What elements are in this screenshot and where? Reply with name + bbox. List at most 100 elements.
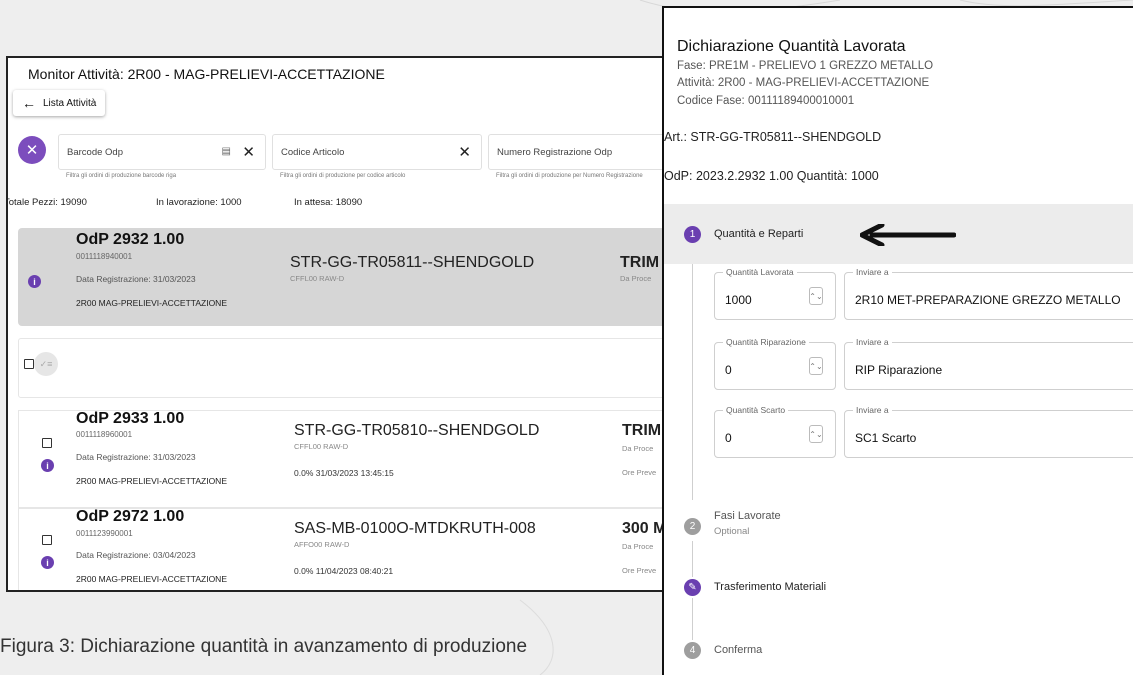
odp-code: 0011118960001 [76,430,133,439]
quantita-scarto-field[interactable]: Quantità Scarto 0 ⌃⌄ [714,405,836,458]
quantita-scarto-value: 0 [725,431,732,445]
barcode-odp-label: Barcode Odp [67,147,123,158]
trim-label: TRIM [622,422,662,439]
close-icon: ✕ [25,142,39,159]
odp-title: OdP 2972 1.00 [76,508,185,525]
article-subcode: CFFL00 RAW-D [294,442,349,451]
checklist-icon: ✓≡ [39,358,53,369]
codice-articolo-label: Codice Articolo [281,147,345,158]
monitor-window: Monitor Attività: 2R00 - MAG-PRELIEVI-AC… [6,56,666,592]
trim-sub: Da Proce [622,542,654,551]
row-checkbox[interactable] [42,535,52,545]
quantita-riparazione-label: Quantità Riparazione [723,337,809,347]
dichiarazione-title: Dichiarazione Quantità Lavorata [677,38,906,55]
stepper-connector [692,541,693,577]
quantita-riparazione-field[interactable]: Quantità Riparazione 0 ⌃⌄ [714,337,836,390]
step-3-label[interactable]: Trasferimento Materiali [714,581,826,593]
inviare-a-reparto-select[interactable]: Inviare a 2R10 MET-PREPARAZIONE GREZZO M… [844,267,1133,320]
inviare-a-value: SC1 Scarto [855,431,917,445]
barcode-odp-help: Filtra gli ordini di produzione barcode … [66,173,177,179]
quantita-lavorata-value: 1000 [725,293,752,307]
clear-barcode-icon[interactable]: ✕ [242,143,255,161]
codice-articolo-help: Filtra gli ordini di produzione per codi… [280,173,406,179]
stepper-connector [692,598,693,640]
odp-department: 2R00 MAG-PRELIEVI-ACCETTAZIONE [76,574,227,584]
article-line: Art.: STR-GG-TR05811--SHENDGOLD [664,130,882,144]
odp-title: OdP 2932 1.00 [76,231,185,248]
dichiarazione-panel: Dichiarazione Quantità Lavorata Fase: PR… [662,6,1133,675]
progress-info: 0.0% 31/03/2023 13:45:15 [294,468,394,478]
barcode-odp-input[interactable]: Barcode Odp ▤ ✕ [58,134,266,170]
close-filters-button[interactable]: ✕ [18,136,46,164]
trim-label: TRIM [620,254,660,271]
totale-pezzi: Totale Pezzi: 19090 [6,197,87,208]
step-1-label: Quantità e Reparti [714,228,804,240]
article-subcode: AFFO00 RAW-D [294,540,350,549]
odp-date: Data Registrazione: 31/03/2023 [76,274,196,284]
bulk-actions-bar [18,338,664,398]
inviare-a-riparazione-select[interactable]: Inviare a RIP Riparazione [844,337,1133,390]
numero-registrazione-label: Numero Registrazione Odp [497,147,613,158]
stepper-arrows-icon[interactable]: ⌃⌄ [809,357,823,375]
inviare-a-value: RIP Riparazione [855,363,943,377]
odp-department: 2R00 MAG-PRELIEVI-ACCETTAZIONE [76,298,227,308]
inviare-a-label: Inviare a [853,405,892,415]
figure-caption: Figura 3: Dichiarazione quantità in avan… [0,636,528,657]
info-icon[interactable]: i [41,459,54,472]
bulk-check-button[interactable]: ✓≡ [34,352,58,376]
info-icon[interactable]: i [41,556,54,569]
inviare-a-label: Inviare a [853,267,892,277]
clear-articolo-icon[interactable]: ✕ [458,143,471,161]
step-3-edit[interactable]: ✎ [684,579,701,596]
trim-sub: Da Proce [622,444,654,453]
stepper-arrows-icon[interactable]: ⌃⌄ [809,425,823,443]
codice-fase-info: Codice Fase: 00111189400010001 [677,95,855,107]
row-checkbox[interactable] [42,438,52,448]
odp-quantity-line: OdP: 2023.2.2932 1.00 Quantità: 1000 [664,169,879,183]
step-2-number[interactable]: 2 [684,518,701,535]
in-attesa-count: In attesa: 18090 [294,197,363,208]
quantita-riparazione-value: 0 [725,363,732,377]
trim-sub-2: Ore Preve [622,468,657,477]
info-icon[interactable]: i [28,275,41,288]
odp-date: Data Registrazione: 31/03/2023 [76,452,196,462]
stepper-arrows-icon[interactable]: ⌃⌄ [809,287,823,305]
codice-articolo-input[interactable]: Codice Articolo ✕ [272,134,482,170]
progress-info: 0.0% 11/04/2023 08:40:21 [294,566,394,576]
article-code: STR-GG-TR05810--SHENDGOLD [294,422,540,439]
trim-sub-2: Ore Preve [622,566,657,575]
step-4-number[interactable]: 4 [684,642,701,659]
inviare-a-scarto-select[interactable]: Inviare a SC1 Scarto [844,405,1133,458]
arrow-left-icon: ← [22,95,36,111]
article-subcode: CFFL00 RAW-D [290,274,345,283]
attivita-info: Attività: 2R00 - MAG-PRELIEVI-ACCETTAZIO… [677,77,930,89]
article-code: STR-GG-TR05811--SHENDGOLD [290,254,535,271]
inviare-a-label: Inviare a [853,337,892,347]
odp-code: 0011123990001 [76,529,133,538]
back-to-list-button[interactable]: ← Lista Attività [13,90,106,116]
trim-label: 300 M [622,520,666,537]
numero-registrazione-input[interactable]: Numero Registrazione Odp [488,134,664,170]
step-2-optional: Optional [714,526,750,537]
step-4-label[interactable]: Conferma [714,644,762,656]
odp-department: 2R00 MAG-PRELIEVI-ACCETTAZIONE [76,476,227,486]
quantita-lavorata-field[interactable]: Quantità Lavorata 1000 ⌃⌄ [714,267,836,320]
page-title: Monitor Attività: 2R00 - MAG-PRELIEVI-AC… [28,66,385,82]
barcode-scan-icon[interactable]: ▤ [222,146,231,157]
trim-sub: Da Proce [620,274,652,283]
quantita-scarto-label: Quantità Scarto [723,405,789,415]
step-1-number: 1 [684,226,701,243]
article-code: SAS-MB-0100O-MTDKRUTH-008 [294,520,536,537]
numero-registrazione-help: Filtra gli ordini di produzione per Nume… [496,173,643,179]
in-lavorazione-count: In lavorazione: 1000 [156,197,242,208]
odp-code: 0011118940001 [76,252,133,261]
pencil-icon: ✎ [688,582,697,593]
quantita-lavorata-label: Quantità Lavorata [723,267,797,277]
odp-date: Data Registrazione: 03/04/2023 [76,550,196,560]
step-2-label[interactable]: Fasi Lavorate [714,510,781,522]
odp-title: OdP 2933 1.00 [76,410,185,427]
select-all-checkbox[interactable] [24,359,34,369]
fase-info: Fase: PRE1M - PRELIEVO 1 GREZZO METALLO [677,60,934,72]
stepper-connector [692,264,693,500]
inviare-a-value: 2R10 MET-PREPARAZIONE GREZZO METALLO [855,293,1121,307]
